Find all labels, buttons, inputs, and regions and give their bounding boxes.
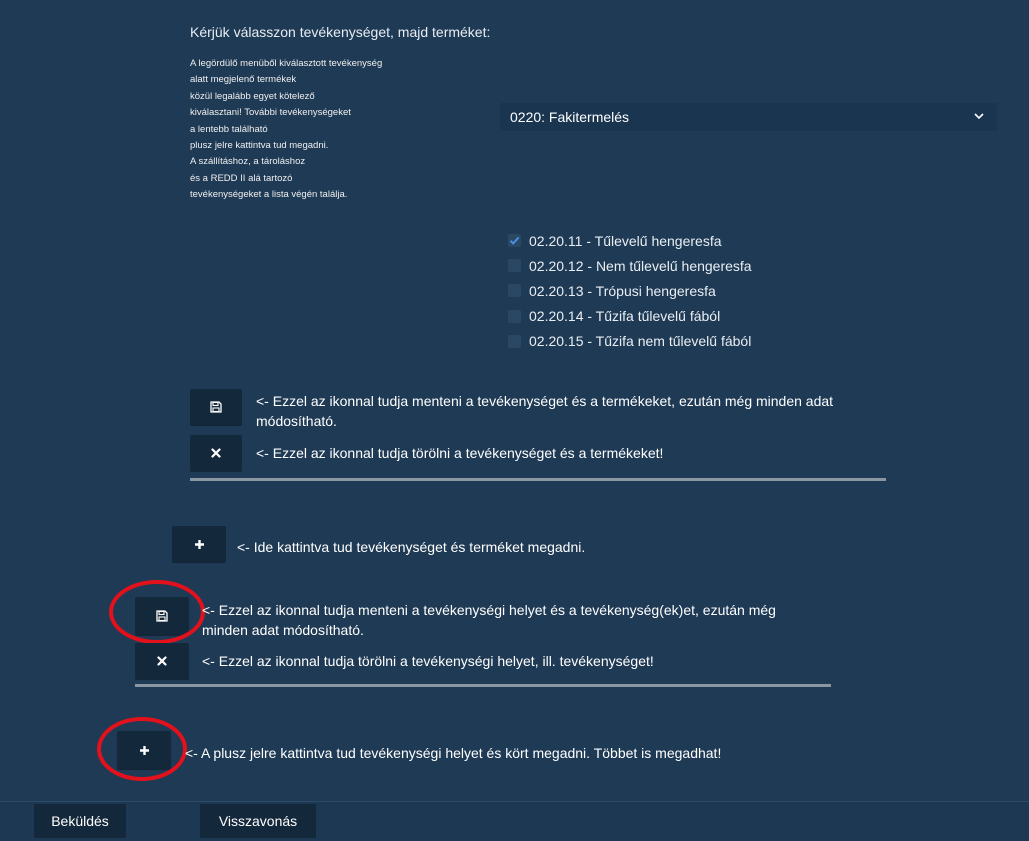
product-label: 02.20.13 - Trópusi hengeresfa (529, 282, 716, 299)
product-checklist: 02.20.11 - Tűlevelű hengeresfa 02.20.12 … (508, 228, 752, 354)
add-activity-hint: <- Ide kattintva tud tevékenységet és te… (237, 539, 586, 555)
hint-line: <- Ezzel az ikonnal tudja menteni a tevé… (202, 602, 776, 618)
page-heading: Kérjük válasszon tevékenységet, majd ter… (190, 24, 491, 40)
product-checkbox[interactable] (508, 309, 521, 323)
activity-select[interactable]: 0220: Fakitermelés (500, 103, 997, 131)
add-activity-button[interactable] (172, 526, 226, 562)
product-checkbox[interactable] (508, 284, 521, 298)
highlight-ring (109, 580, 205, 644)
product-option[interactable]: 02.20.11 - Tűlevelű hengeresfa (508, 228, 752, 253)
plus-icon (194, 539, 204, 549)
chevron-down-icon (974, 113, 984, 120)
highlight-ring (97, 717, 187, 781)
cancel-button[interactable]: Visszavonás (200, 804, 316, 838)
product-option[interactable]: 02.20.14 - Tűzifa tűlevelű fából (508, 304, 752, 329)
delete-location-button[interactable] (135, 643, 189, 679)
hint-line: <- Ezzel az ikonnal tudja menteni a tevé… (256, 393, 834, 409)
product-option[interactable]: 02.20.13 - Trópusi hengeresfa (508, 278, 752, 303)
floppy-disk-icon (210, 401, 222, 413)
close-icon (157, 656, 167, 666)
product-option[interactable]: 02.20.15 - Tűzifa nem tűlevelű fából (508, 329, 752, 354)
divider (190, 478, 886, 481)
note-line: és a REDD II alá tartozó (190, 172, 293, 184)
note-line: alatt megjelenő termékek (190, 74, 297, 86)
submit-button[interactable]: Beküldés (34, 804, 126, 838)
product-checkbox[interactable] (508, 334, 521, 348)
note-line: A legördülő menüből kiválasztott tevéken… (190, 58, 383, 69)
hint-line: minden adat módosítható. (202, 622, 364, 638)
product-label: 02.20.15 - Tűzifa nem tűlevelű fából (529, 333, 752, 350)
note-line: plusz jelre kattintva tud megadni. (190, 140, 329, 152)
save-activity-hint: <- Ezzel az ikonnal tudja menteni a tevé… (256, 391, 833, 431)
delete-activity-button[interactable] (190, 435, 242, 471)
close-icon (211, 448, 221, 458)
note-line: A szállításhoz, a tároláshoz (190, 156, 306, 168)
product-label: 02.20.12 - Nem tűlevelű hengeresfa (529, 257, 752, 274)
instruction-note: A legördülő menüből kiválasztott tevéken… (190, 56, 430, 204)
activity-select-value: 0220: Fakitermelés (510, 109, 630, 125)
hint-line: módosítható. (256, 413, 337, 429)
product-checkbox[interactable] (508, 234, 521, 248)
product-label: 02.20.11 - Tűlevelű hengeresfa (529, 232, 722, 249)
checkmark-icon (509, 236, 520, 245)
product-option[interactable]: 02.20.12 - Nem tűlevelű hengeresfa (508, 253, 752, 278)
add-location-hint: <- A plusz jelre kattintva tud tevékenys… (185, 745, 722, 761)
delete-location-hint: <- Ezzel az ikonnal tudja törölni a tevé… (202, 653, 654, 669)
note-line: kiválasztani! További tevékenységeket (190, 107, 351, 119)
divider (135, 684, 831, 687)
note-line: tevékenységeket a lista végén találja. (190, 189, 348, 201)
save-activity-button[interactable] (190, 389, 242, 425)
product-checkbox[interactable] (508, 259, 521, 273)
note-line: közül legalább egyet kötelező (190, 90, 315, 102)
delete-activity-hint: <- Ezzel az ikonnal tudja törölni a tevé… (256, 445, 664, 461)
product-label: 02.20.14 - Tűzifa tűlevelű fából (529, 308, 721, 325)
note-line: a lentebb található (190, 123, 268, 135)
save-location-hint: <- Ezzel az ikonnal tudja menteni a tevé… (202, 600, 776, 640)
footer-bar (0, 801, 1029, 841)
